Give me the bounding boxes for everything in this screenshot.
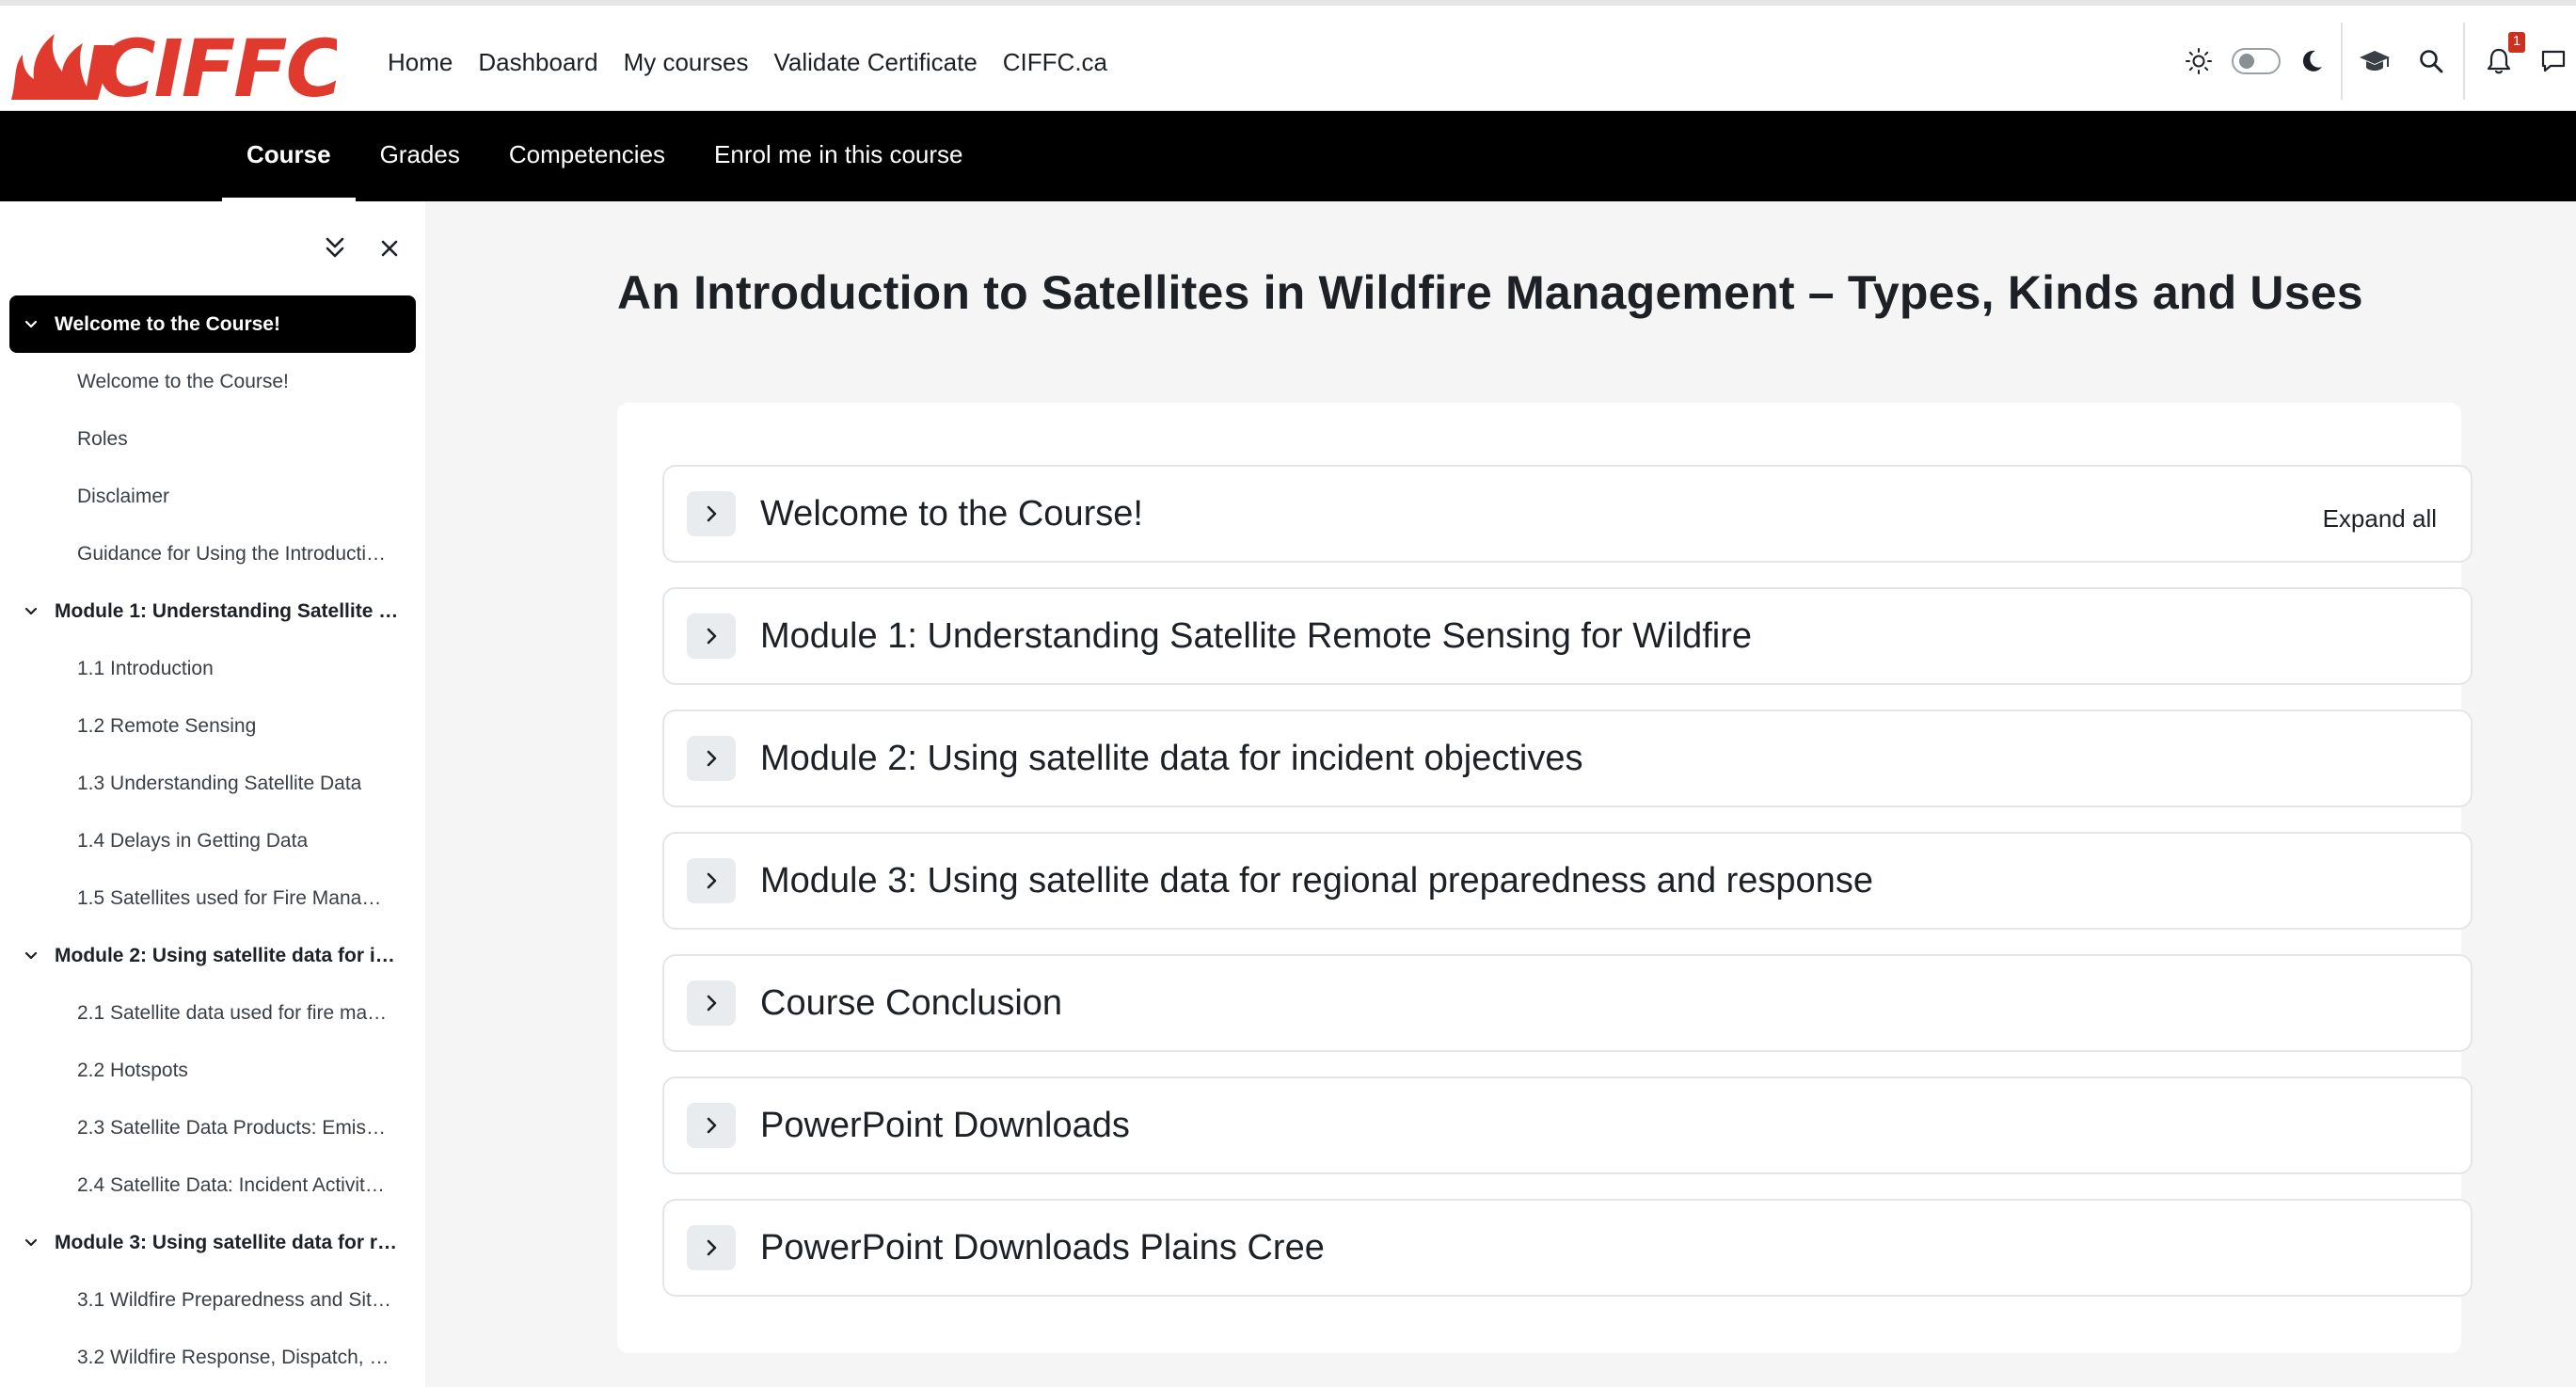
section-title[interactable]: Welcome to the Course! [760,467,1143,561]
course-index-section[interactable]: Welcome to the Course! [9,295,416,353]
course-index-activity[interactable]: 3.1 Wildfire Preparedness and Sit… [9,1271,416,1329]
chevron-right-icon[interactable] [687,980,736,1026]
graduation-cap-icon[interactable] [2358,23,2392,100]
course-index-drawer: Welcome to the Course! Welcome to the Cou… [0,201,425,1387]
chevron-down-icon[interactable] [21,946,41,966]
nav-home[interactable]: Home [388,41,453,83]
chevron-right-icon[interactable] [687,491,736,536]
course-index-label: Welcome to the Course! [77,370,289,392]
course-index-activity[interactable]: Welcome to the Course! [9,353,416,410]
course-index-label: 3.1 Wildfire Preparedness and Sit… [77,1288,391,1311]
course-section: Module 3: Using satellite data for regio… [662,832,2473,930]
nav-validate-certificate[interactable]: Validate Certificate [773,41,977,83]
course-index-label: 1.1 Introduction [77,657,214,679]
chevron-down-icon[interactable] [21,601,41,622]
section-title[interactable]: Module 3: Using satellite data for regio… [760,834,1873,928]
chevron-right-icon[interactable] [687,1225,736,1270]
close-icon[interactable] [373,231,406,265]
nav-dashboard[interactable]: Dashboard [478,41,597,83]
bell-icon[interactable]: 1 [2480,23,2525,100]
nav-my-courses[interactable]: My courses [624,41,749,83]
tab-enrol-me[interactable]: Enrol me in this course [690,111,987,201]
section-title[interactable]: PowerPoint Downloads [760,1078,1130,1172]
course-index-label: 1.5 Satellites used for Fire Mana… [77,886,382,909]
user-tools: 1 [2183,23,2576,100]
chevron-right-icon[interactable] [687,1103,736,1148]
tab-competencies[interactable]: Competencies [485,111,690,201]
toolbar-divider [2341,23,2343,100]
moon-icon[interactable] [2298,23,2326,100]
toolbar-divider [2463,23,2465,100]
section-title[interactable]: PowerPoint Downloads Plains Cree [760,1201,1325,1295]
sun-icon[interactable] [2183,23,2215,100]
course-index-label: 3.2 Wildfire Response, Dispatch, … [77,1346,390,1368]
chevron-down-icon[interactable] [21,1233,41,1253]
chevron-right-icon[interactable] [687,858,736,903]
nav-ciffc-ca[interactable]: CIFFC.ca [1003,41,1107,83]
course-index-label: Module 3: Using satellite data for r… [55,1231,398,1253]
course-index-label: Module 2: Using satellite data for i… [55,944,395,966]
course-section: Course Conclusion [662,954,2473,1052]
course-section: Module 2: Using satellite data for incid… [662,709,2473,807]
course-index-label: Disclaimer [77,485,170,507]
section-title[interactable]: Course Conclusion [760,956,1062,1050]
notification-count-badge: 1 [2508,32,2525,53]
secondary-navigation: Course Grades Competencies Enrol me in t… [0,111,2576,201]
course-section: Welcome to the Course! Expand all [662,465,2473,563]
course-index-label: 1.2 Remote Sensing [77,714,257,737]
course-section: Module 1: Understanding Satellite Remote… [662,587,2473,685]
logo-wordmark: CIFFC [98,23,337,107]
chevron-right-icon[interactable] [687,614,736,659]
course-index-activity[interactable]: 1.3 Understanding Satellite Data [9,755,416,812]
chat-icon[interactable] [2535,23,2572,100]
course-index-activity[interactable]: 1.1 Introduction [9,640,416,697]
course-index-activity[interactable]: Roles [9,410,416,468]
course-index-label: 2.3 Satellite Data Products: Emis… [77,1116,386,1139]
primary-navigation: Home Dashboard My courses Validate Certi… [388,41,1133,83]
course-index-label: Guidance for Using the Introducti… [77,542,387,565]
course-index-activity[interactable]: 3.2 Wildfire Response, Dispatch, … [9,1329,416,1386]
course-index-activity[interactable]: 2.1 Satellite data used for fire ma… [9,984,416,1042]
course-sections-card: Welcome to the Course! Expand all Module 1… [617,403,2473,1353]
course-index-label: 1.3 Understanding Satellite Data [77,772,362,794]
course-index-label: 2.2 Hotspots [77,1059,188,1081]
ciffc-logo[interactable]: CIFFC [8,17,345,115]
section-title[interactable]: Module 2: Using satellite data for incid… [760,711,1582,805]
course-index-label: Roles [77,427,128,450]
course-index-activity[interactable]: Disclaimer [9,468,416,525]
course-index-activity[interactable]: 1.2 Remote Sensing [9,697,416,755]
course-index-label: 1.4 Delays in Getting Data [77,829,309,852]
course-section: PowerPoint Downloads [662,1076,2473,1174]
course-index-activity[interactable]: 1.5 Satellites used for Fire Mana… [9,869,416,927]
course-index-label: 2.4 Satellite Data: Incident Activit… [77,1173,385,1196]
tab-grades[interactable]: Grades [356,111,485,201]
course-index-section[interactable]: Module 1: Understanding Satellite … [9,582,416,640]
course-index-activity[interactable]: 1.4 Delays in Getting Data [9,812,416,869]
toggle-knob [2239,54,2254,69]
course-index-activity[interactable]: Guidance for Using the Introducti… [9,525,416,582]
drawer-header [0,201,425,295]
course-index-label: Module 1: Understanding Satellite … [55,599,399,622]
main-content: An Introduction to Satellites in Wildfir… [425,201,2576,1387]
dark-mode-toggle[interactable] [2232,48,2281,74]
chevron-down-icon[interactable] [21,314,41,335]
expand-all-link[interactable]: Expand all [2323,467,2437,570]
course-index-activity[interactable]: 2.4 Satellite Data: Incident Activit… [9,1156,416,1214]
top-navbar: CIFFC Home Dashboard My courses Validate… [0,0,2576,115]
course-index-label: Welcome to the Course! [55,312,280,335]
course-index-section[interactable]: Module 2: Using satellite data for i… [9,927,416,984]
section-title[interactable]: Module 1: Understanding Satellite Remote… [760,589,1752,683]
search-icon[interactable] [2414,23,2448,100]
course-index-activity[interactable]: 2.2 Hotspots [9,1042,416,1099]
course-section: PowerPoint Downloads Plains Cree [662,1199,2473,1297]
page-title: An Introduction to Satellites in Wildfir… [617,266,2363,319]
course-index-activity[interactable]: 2.3 Satellite Data Products: Emis… [9,1099,416,1156]
collapse-all-icon[interactable] [318,231,352,265]
course-index-section[interactable]: Module 3: Using satellite data for r… [9,1214,416,1271]
course-index-label: 2.1 Satellite data used for fire ma… [77,1001,388,1024]
chevron-right-icon[interactable] [687,736,736,781]
tab-course[interactable]: Course [222,111,356,201]
course-index-list: Welcome to the Course! Welcome to the Cou… [0,295,425,1386]
